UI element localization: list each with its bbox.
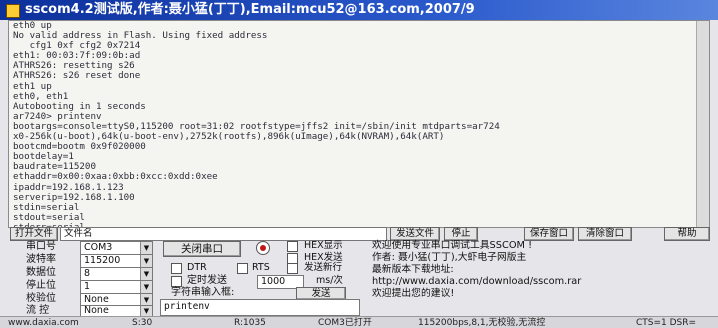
send-newline-checkbox[interactable] [287,263,298,274]
status-port-state: COM3已打开 [318,318,372,328]
chevron-down-icon: ▼ [140,242,152,254]
hex-display-checkbox[interactable] [287,241,298,252]
status-received-count: R:1035 [234,318,266,328]
terminal-line: stdin=serial [13,201,80,213]
status-bar: www.daxia.com S:30 R:1035 COM3已打开 115200… [0,316,718,328]
window-title: sscom4.2测试版,作者:聂小猛(丁丁),Email:mcu52@163.c… [25,2,475,17]
baud-label: 波特率 [26,254,56,265]
stop-bits-label: 停止位 [26,280,56,291]
port-value: COM3 [84,242,113,253]
parity-label: 校验位 [26,293,56,304]
terminal-line: bootcmd=bootm 0x9f020000 [13,141,146,153]
status-cts-dsr: CTS=1 DSR= [636,318,697,328]
stop-button[interactable]: 停止 [444,227,478,241]
dtr-label: DTR [187,262,207,273]
info-link[interactable]: http://www.daxia.com/download/sscom.rar [372,276,581,288]
chevron-down-icon: ▼ [140,268,152,280]
receive-terminal[interactable]: eth0 up No valid address in Flash. Using … [8,20,710,228]
close-port-button[interactable]: 关闭串口 [163,241,241,257]
title-bar: sscom4.2测试版,作者:聂小猛(丁丁),Email:mcu52@163.c… [0,0,718,20]
port-status-indicator [256,241,270,255]
info-line-5: 欢迎提出您的建议! [372,288,455,299]
hex-display-label: HEX显示 [304,240,343,251]
interval-unit: ms/次 [316,275,343,286]
send-newline-label: 发送新行 [304,262,343,273]
rts-checkbox[interactable] [237,263,248,274]
terminal-scrollbar[interactable] [696,21,709,227]
info-line-2: 作者: 聂小猛(丁丁),大虾电子网版主 [372,252,527,263]
save-window-button[interactable]: 保存窗口 [524,227,574,241]
app-icon [6,4,20,18]
info-line-3: 最新版本下载地址: [372,264,454,275]
terminal-line: bootdelay=1 [13,151,74,163]
terminal-line: serverip=192.168.1.100 [13,191,135,203]
send-file-button[interactable]: 发送文件 [390,227,440,241]
info-line-1: 欢迎使用专业串口调试工具SSCOM ! [372,240,533,251]
baud-value: 115200 [84,255,121,266]
status-params: 115200bps,8,1,无校验,无流控 [418,318,546,328]
terminal-line: ATHRS26: s26 reset done [13,70,141,82]
sscom-window: sscom4.2测试版,作者:聂小猛(丁丁),Email:mcu52@163.c… [0,0,718,328]
port-select[interactable]: COM3 ▼ [80,241,153,255]
flow-control-value: None [84,305,109,316]
terminal-line: eth1 up [13,80,52,92]
clear-window-button[interactable]: 清除窗口 [578,227,632,241]
rts-label: RTS [252,262,270,273]
send-input[interactable]: printenv [160,299,360,316]
port-label: 串口号 [26,241,56,252]
help-button[interactable]: 帮助 [664,227,710,241]
status-site: www.daxia.com [8,318,79,328]
dtr-checkbox[interactable] [171,263,182,274]
parity-value: None [84,294,109,305]
filename-field[interactable]: 文件名 [60,227,387,241]
chevron-down-icon: ▼ [140,255,152,267]
open-file-button[interactable]: 打开文件 [10,227,58,241]
terminal-line: Autobooting in 1 seconds [13,100,146,112]
timed-send-checkbox[interactable] [171,276,182,287]
data-bits-select[interactable]: 8 ▼ [80,267,153,281]
stop-bits-value: 1 [84,281,91,292]
data-bits-label: 数据位 [26,267,56,278]
chevron-down-icon: ▼ [140,306,152,316]
stop-bits-select[interactable]: 1 ▼ [80,280,153,294]
status-sent-count: S:30 [132,318,153,328]
data-bits-value: 8 [84,268,91,279]
terminal-line: ethaddr=0x00:0xaa:0xbb:0xcc:0xdd:0xee [13,171,218,183]
timed-send-label: 定时发送 [187,275,227,286]
terminal-line: stdout=serial [13,211,85,223]
chevron-down-icon: ▼ [140,281,152,293]
string-input-label: 字符串输入框: [171,287,235,298]
baud-select[interactable]: 115200 ▼ [80,254,153,268]
